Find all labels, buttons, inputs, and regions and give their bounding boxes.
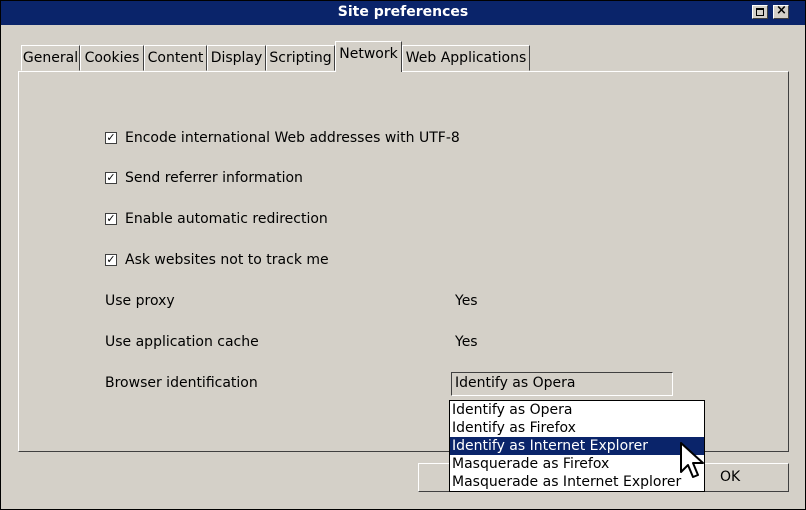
maximize-icon: [756, 8, 764, 16]
option-identify-internet-explorer[interactable]: Identify as Internet Explorer: [450, 437, 704, 455]
title-bar[interactable]: Site preferences ×: [1, 1, 805, 25]
tab-label: Cookies: [84, 50, 140, 66]
option-identify-firefox[interactable]: Identify as Firefox: [450, 419, 704, 437]
close-icon: ×: [776, 3, 787, 18]
tab-label: Network: [339, 46, 398, 62]
browser-id-dropdown-list[interactable]: Identify as Opera Identify as Firefox Id…: [449, 400, 705, 492]
tab-label: Display: [210, 50, 263, 66]
option-identify-opera[interactable]: Identify as Opera: [450, 401, 704, 419]
maximize-button[interactable]: [752, 5, 768, 19]
tab-content[interactable]: Content: [144, 45, 207, 71]
ok-button-label: OK: [720, 469, 741, 485]
network-tab-panel: [18, 71, 789, 452]
tab-scripting[interactable]: Scripting: [266, 45, 335, 71]
tab-cookies[interactable]: Cookies: [80, 45, 144, 71]
site-preferences-dialog: Site preferences × General Cookies Conte…: [0, 0, 806, 510]
option-masquerade-firefox[interactable]: Masquerade as Firefox: [450, 455, 704, 473]
tab-label: Scripting: [269, 50, 332, 66]
close-button[interactable]: ×: [773, 3, 789, 19]
tab-web-applications[interactable]: Web Applications: [402, 45, 530, 71]
mouse-pointer-icon: [680, 442, 704, 478]
window-title: Site preferences: [337, 4, 469, 20]
tab-label: Web Applications: [405, 50, 527, 66]
option-masquerade-internet-explorer[interactable]: Masquerade as Internet Explorer: [450, 473, 704, 491]
tab-network[interactable]: Network: [335, 41, 402, 72]
tab-label: General: [22, 50, 79, 66]
tab-general[interactable]: General: [21, 45, 80, 71]
tab-display[interactable]: Display: [207, 45, 266, 71]
tab-label: Content: [147, 50, 204, 66]
